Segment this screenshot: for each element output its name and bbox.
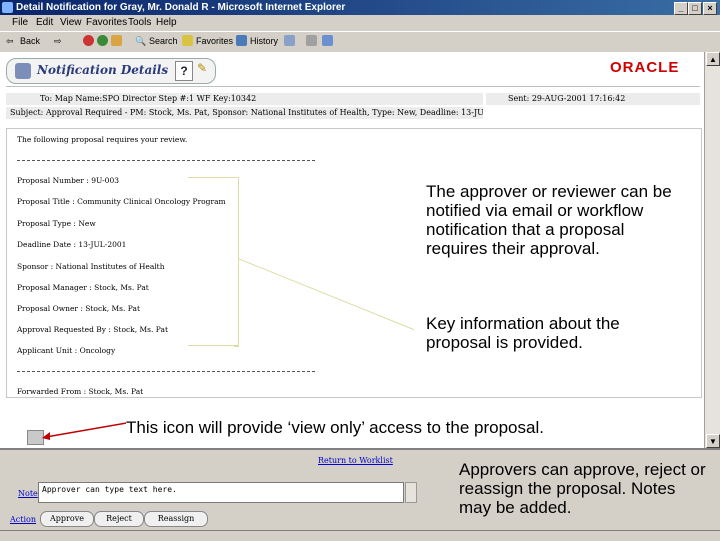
back-button[interactable]: Back <box>20 36 40 46</box>
field-proposal-owner: Proposal Owner : Stock, Ms. Pat <box>17 304 140 313</box>
arrow-icon <box>42 420 139 440</box>
callout-notification: The approver or reviewer can be notified… <box>426 182 672 258</box>
field-deadline-date: Deadline Date : 13-JUL-2001 <box>17 240 127 249</box>
refresh-icon[interactable] <box>97 35 108 46</box>
vertical-scrollbar[interactable]: ▲ ▼ <box>704 52 720 448</box>
field-sponsor: Sponsor : National Institutes of Health <box>17 262 165 271</box>
reassign-button[interactable]: Reassign <box>144 511 208 527</box>
callout-view-only: This icon will provide ‘view only’ acces… <box>126 418 544 437</box>
field-proposal-manager: Proposal Manager : Stock, Ms. Pat <box>17 283 149 292</box>
note-input[interactable]: Approver can type text here. <box>38 482 404 503</box>
to-text: To: Map Name:SPO Director Step #:1 WF Ke… <box>40 94 257 103</box>
action-label: Action <box>10 515 36 524</box>
intro-text: The following proposal requires your rev… <box>17 135 188 144</box>
history-icon[interactable] <box>236 35 247 46</box>
help-button[interactable]: ? <box>175 61 193 81</box>
menu-favorites[interactable]: Favorites <box>86 17 127 28</box>
field-applicant-unit: Applicant Unit : Oncology <box>17 346 116 355</box>
scroll-up-icon[interactable]: ▲ <box>706 52 720 66</box>
bracket <box>234 177 239 347</box>
browser-toolbar: ⇦ Back ⇨ 🔍 Search Favorites History <box>0 31 720 53</box>
notification-icon <box>15 63 31 79</box>
field-proposal-title: Proposal Title : Community Clinical Onco… <box>17 197 226 206</box>
sent-field: Sent: 29-AUG-2001 17:16:42 <box>486 93 700 105</box>
mail-icon[interactable] <box>284 35 295 46</box>
message-body: The following proposal requires your rev… <box>6 128 702 398</box>
oracle-logo: ORACLE <box>610 59 680 76</box>
bracket-line <box>188 345 238 346</box>
callout-key-info: Key information about the proposal is pr… <box>426 314 620 352</box>
subject-text: Subject: Approval Required - PM: Stock, … <box>10 108 483 117</box>
history-button[interactable]: History <box>250 36 278 46</box>
field-proposal-type: Proposal Type : New <box>17 219 96 228</box>
menu-view[interactable]: View <box>60 17 82 28</box>
divider <box>17 371 315 372</box>
menu-tools[interactable]: Tools <box>128 17 151 28</box>
divider <box>17 160 315 161</box>
bracket-line <box>188 177 238 178</box>
callout-approver-actions: Approvers can approve, reject or reassig… <box>459 460 706 517</box>
return-to-worklist-link[interactable]: Return to Worklist <box>318 456 393 465</box>
menu-file[interactable]: File <box>12 17 28 28</box>
favorites-button[interactable]: Favorites <box>196 36 233 46</box>
maximize-button[interactable]: □ <box>688 2 702 15</box>
subject-field: Subject: Approval Required - PM: Stock, … <box>6 107 483 119</box>
back-arrow-icon[interactable]: ⇦ <box>6 36 14 47</box>
stop-icon[interactable] <box>83 35 94 46</box>
approve-button[interactable]: Approve <box>40 511 94 527</box>
page-title: Notification Details <box>37 63 169 77</box>
sent-text: Sent: 29-AUG-2001 17:16:42 <box>508 94 626 103</box>
ie-icon <box>2 2 13 13</box>
menu-edit[interactable]: Edit <box>36 17 53 28</box>
field-approval-requested-by: Approval Requested By : Stock, Ms. Pat <box>17 325 168 334</box>
title-bar: Detail Notification for Gray, Mr. Donald… <box>0 0 720 15</box>
header-divider <box>6 86 700 87</box>
scroll-down-icon[interactable]: ▼ <box>706 434 720 448</box>
window-title: Detail Notification for Gray, Mr. Donald… <box>16 2 346 13</box>
reject-button[interactable]: Reject <box>94 511 144 527</box>
favorites-icon[interactable] <box>182 35 193 46</box>
print-icon[interactable] <box>306 35 317 46</box>
note-scrollbar[interactable] <box>405 482 417 503</box>
status-bar <box>0 530 720 541</box>
menu-help[interactable]: Help <box>156 17 177 28</box>
frame-divider <box>0 448 720 450</box>
note-label: Note <box>18 489 38 498</box>
to-field: To: Map Name:SPO Director Step #:1 WF Ke… <box>6 93 483 105</box>
minimize-button[interactable]: _ <box>674 2 688 15</box>
home-icon[interactable] <box>111 35 122 46</box>
forward-arrow-icon[interactable]: ⇨ <box>54 36 62 47</box>
menu-bar: File Edit View Favorites Tools Help <box>0 15 720 31</box>
close-button[interactable]: × <box>703 2 717 15</box>
notification-details-header: Notification Details ? ✎ <box>6 58 216 84</box>
edit-icon[interactable] <box>322 35 333 46</box>
field-proposal-number: Proposal Number : 9U-003 <box>17 176 120 185</box>
field-forwarded-from: Forwarded From : Stock, Ms. Pat <box>17 387 144 396</box>
search-icon[interactable]: 🔍 <box>135 36 146 47</box>
pencil-icon[interactable]: ✎ <box>197 61 211 79</box>
search-button[interactable]: Search <box>149 36 178 46</box>
